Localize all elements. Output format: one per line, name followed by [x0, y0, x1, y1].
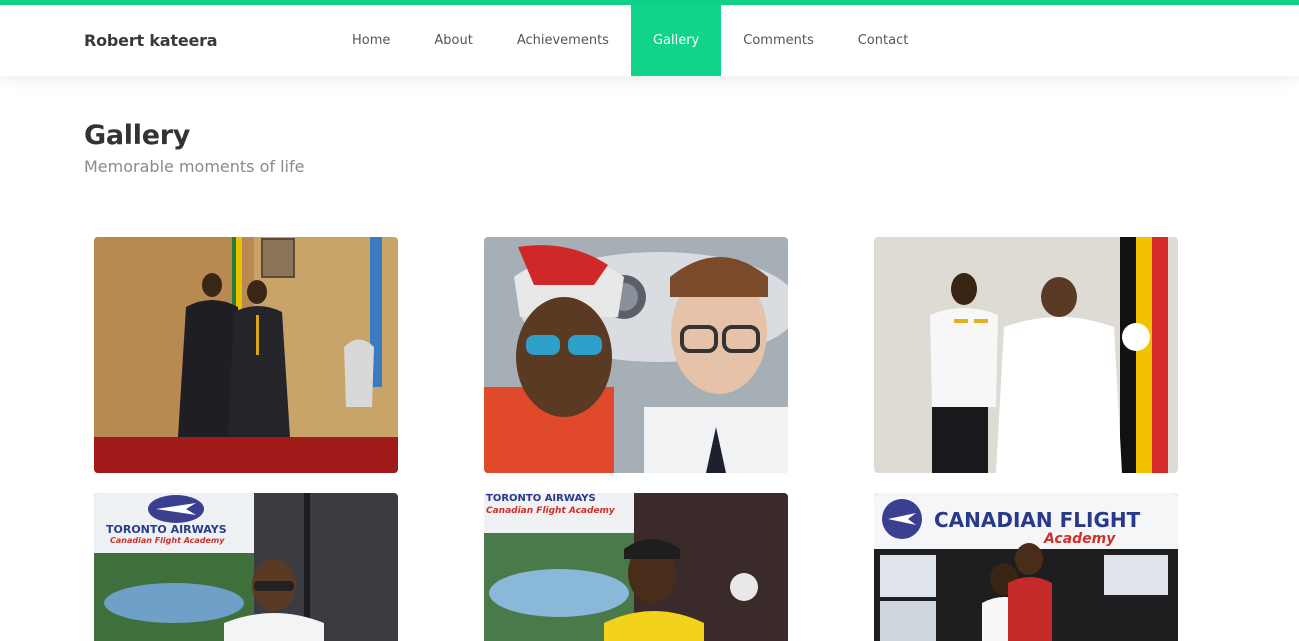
sign-toronto-airways: TORONTO AIRWAYS — [106, 523, 227, 536]
photo-pilot-flag[interactable] — [874, 237, 1178, 473]
nav-about[interactable]: About — [412, 5, 494, 76]
brand-logo[interactable]: Robert kateera — [84, 5, 218, 76]
page-subtitle: Memorable moments of life — [84, 157, 305, 176]
sign-flight-academy-2: Canadian Flight Academy — [486, 506, 616, 516]
sign-flight-academy: Canadian Flight Academy — [110, 536, 225, 545]
nav-comments[interactable]: Comments — [721, 5, 835, 76]
photo-toronto-airways-2[interactable]: TORONTO AIRWAYS Canadian Flight Academy — [484, 493, 788, 641]
photo-toronto-airways[interactable]: TORONTO AIRWAYS Canadian Flight Academy — [94, 493, 398, 641]
nav-gallery[interactable]: Gallery — [630, 5, 722, 76]
gallery-header: Gallery Memorable moments of life — [84, 120, 304, 176]
photo-office-handshake[interactable] — [94, 237, 398, 473]
photo-canadian-flight-academy[interactable]: CANADIAN FLIGHT Academy — [874, 493, 1178, 641]
nav-contact[interactable]: Contact — [836, 5, 931, 76]
nav-menu: Home About Achievements Gallery Comments… — [330, 5, 930, 76]
sign-canadian-flight: CANADIAN FLIGHT — [934, 508, 1141, 532]
sign-academy: Academy — [1043, 531, 1116, 547]
navbar: Robert kateera Home About Achievements G… — [0, 5, 1299, 76]
sign-toronto-airways-2: TORONTO AIRWAYS — [486, 493, 596, 504]
nav-home[interactable]: Home — [330, 5, 412, 76]
page-title: Gallery — [84, 120, 191, 151]
photo-selfie-jet[interactable] — [484, 237, 788, 473]
nav-achievements[interactable]: Achievements — [495, 5, 631, 76]
